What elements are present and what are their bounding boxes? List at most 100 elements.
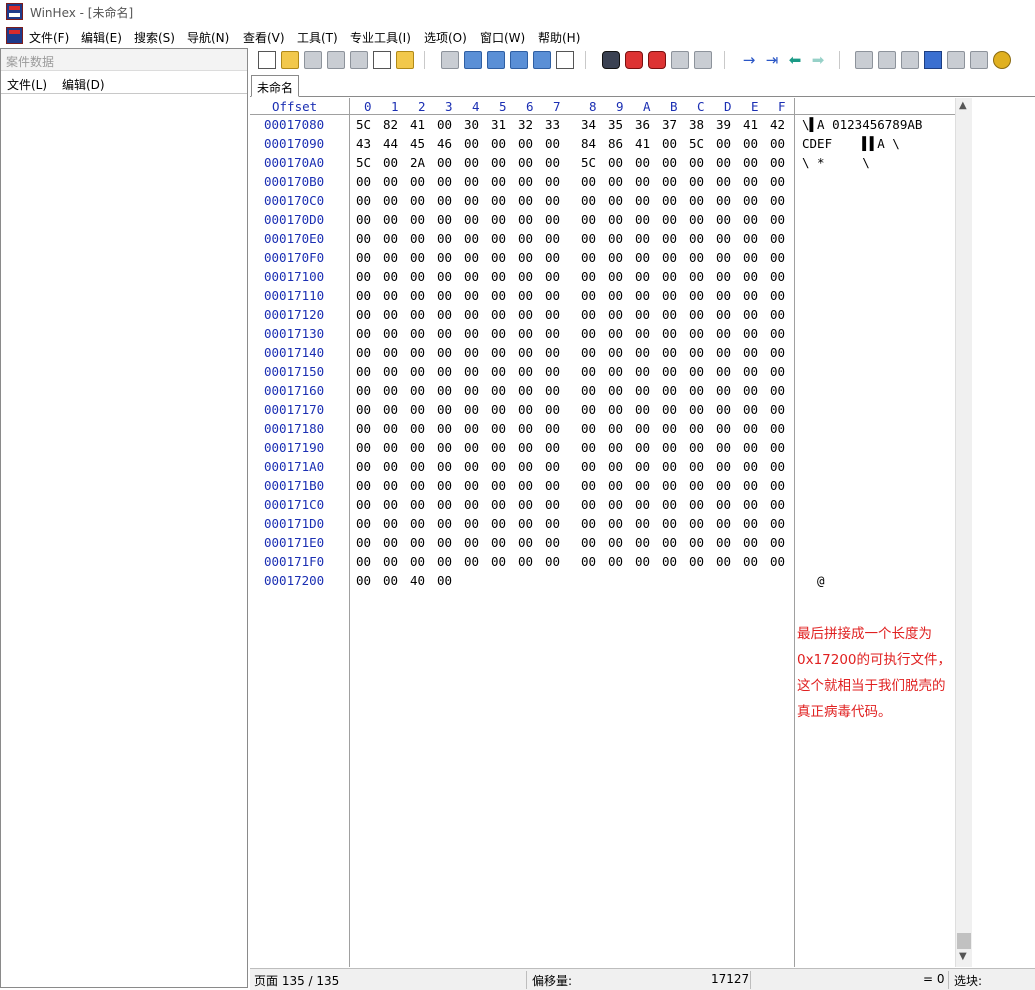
new-file-icon[interactable] bbox=[258, 51, 276, 69]
vertical-scrollbar[interactable]: ▲ ▼ bbox=[955, 98, 972, 967]
hex-byte[interactable]: 00 bbox=[662, 438, 677, 457]
hex-byte[interactable]: 00 bbox=[770, 286, 785, 305]
hex-byte[interactable]: 00 bbox=[356, 571, 371, 590]
hex-byte[interactable]: 00 bbox=[410, 419, 425, 438]
hex-byte[interactable]: 00 bbox=[491, 495, 506, 514]
hex-byte[interactable]: 00 bbox=[581, 514, 596, 533]
hex-byte[interactable]: 00 bbox=[356, 362, 371, 381]
hex-byte[interactable]: 00 bbox=[743, 153, 758, 172]
menu-tools[interactable]: 工具(T) bbox=[297, 29, 338, 46]
hex-byte[interactable]: 00 bbox=[356, 248, 371, 267]
row-offset[interactable]: 00017090 bbox=[264, 134, 324, 153]
hex-byte[interactable]: 00 bbox=[545, 362, 560, 381]
hex-byte[interactable]: 00 bbox=[689, 172, 704, 191]
hex-byte[interactable]: 00 bbox=[770, 153, 785, 172]
hex-byte[interactable]: 00 bbox=[518, 267, 533, 286]
hex-byte[interactable]: 00 bbox=[689, 419, 704, 438]
hex-byte[interactable]: 00 bbox=[635, 381, 650, 400]
hex-byte[interactable]: 00 bbox=[491, 343, 506, 362]
hex-byte[interactable]: 00 bbox=[770, 229, 785, 248]
hex-byte[interactable]: 00 bbox=[581, 362, 596, 381]
hex-byte[interactable]: 00 bbox=[545, 533, 560, 552]
hex-byte[interactable]: 00 bbox=[491, 552, 506, 571]
hex-byte[interactable]: 00 bbox=[770, 172, 785, 191]
hex-byte[interactable]: 00 bbox=[437, 248, 452, 267]
hex-byte[interactable]: 00 bbox=[770, 514, 785, 533]
hex-byte[interactable]: 00 bbox=[410, 324, 425, 343]
hex-byte[interactable]: 00 bbox=[464, 400, 479, 419]
hex-byte[interactable]: 00 bbox=[464, 514, 479, 533]
hex-byte[interactable]: 00 bbox=[689, 286, 704, 305]
hex-byte[interactable]: 00 bbox=[383, 457, 398, 476]
hex-byte[interactable]: 00 bbox=[518, 229, 533, 248]
hex-byte[interactable]: 00 bbox=[410, 286, 425, 305]
hex-byte[interactable]: 00 bbox=[464, 343, 479, 362]
hex-byte[interactable]: 33 bbox=[545, 115, 560, 134]
hex-byte[interactable]: 00 bbox=[716, 153, 731, 172]
hex-byte[interactable]: 00 bbox=[770, 134, 785, 153]
hex-byte[interactable]: 00 bbox=[662, 248, 677, 267]
hex-byte[interactable]: 00 bbox=[743, 457, 758, 476]
hex-byte[interactable]: 00 bbox=[437, 514, 452, 533]
hex-byte[interactable]: 00 bbox=[608, 514, 623, 533]
hex-byte[interactable]: 00 bbox=[383, 153, 398, 172]
scroll-up-arrow-icon[interactable]: ▲ bbox=[959, 100, 967, 111]
hex-byte[interactable]: 00 bbox=[383, 438, 398, 457]
hex-byte[interactable]: 00 bbox=[635, 343, 650, 362]
hex-byte[interactable]: 00 bbox=[545, 229, 560, 248]
hex-byte[interactable]: 00 bbox=[437, 438, 452, 457]
hex-byte[interactable]: 00 bbox=[689, 248, 704, 267]
hex-byte[interactable]: 00 bbox=[581, 267, 596, 286]
hex-byte[interactable]: 00 bbox=[689, 324, 704, 343]
hex-byte[interactable]: 00 bbox=[689, 552, 704, 571]
hex-byte[interactable]: 31 bbox=[491, 115, 506, 134]
hex-byte[interactable]: 00 bbox=[464, 533, 479, 552]
hex-byte[interactable]: 00 bbox=[743, 191, 758, 210]
hex-byte[interactable]: 00 bbox=[464, 267, 479, 286]
document-menu-icon[interactable] bbox=[6, 27, 23, 44]
hex-byte[interactable]: 00 bbox=[410, 248, 425, 267]
hex-byte[interactable]: 00 bbox=[635, 267, 650, 286]
hex-byte[interactable]: 00 bbox=[608, 362, 623, 381]
hex-byte[interactable]: 00 bbox=[491, 305, 506, 324]
hex-byte[interactable]: 00 bbox=[689, 438, 704, 457]
hex-byte[interactable]: 00 bbox=[608, 324, 623, 343]
hex-byte[interactable]: 00 bbox=[410, 229, 425, 248]
hex-byte[interactable]: 00 bbox=[608, 343, 623, 362]
row-offset[interactable]: 000171C0 bbox=[264, 495, 324, 514]
hex-byte[interactable]: 00 bbox=[635, 438, 650, 457]
hex-byte[interactable]: 00 bbox=[662, 381, 677, 400]
hex-byte[interactable]: 00 bbox=[464, 457, 479, 476]
hex-byte[interactable]: 00 bbox=[743, 381, 758, 400]
hex-byte[interactable]: 00 bbox=[410, 400, 425, 419]
hex-byte[interactable]: 00 bbox=[545, 457, 560, 476]
hex-byte[interactable]: 00 bbox=[356, 305, 371, 324]
hex-byte[interactable]: 00 bbox=[491, 533, 506, 552]
hex-byte[interactable]: 00 bbox=[383, 286, 398, 305]
hex-byte[interactable]: 00 bbox=[689, 153, 704, 172]
hex-byte[interactable]: 00 bbox=[545, 172, 560, 191]
hex-byte[interactable]: 00 bbox=[356, 457, 371, 476]
hex-byte[interactable]: 00 bbox=[743, 343, 758, 362]
row-offset[interactable]: 00017190 bbox=[264, 438, 324, 457]
hex-byte[interactable]: 34 bbox=[581, 115, 596, 134]
hex-byte[interactable]: 00 bbox=[383, 229, 398, 248]
undo-icon[interactable] bbox=[441, 51, 459, 69]
hex-byte[interactable]: 46 bbox=[437, 134, 452, 153]
hex-byte[interactable]: 00 bbox=[716, 229, 731, 248]
hex-byte[interactable]: 00 bbox=[689, 229, 704, 248]
hex-byte[interactable]: 00 bbox=[545, 153, 560, 172]
hex-byte[interactable]: 00 bbox=[437, 362, 452, 381]
hex-byte[interactable]: 00 bbox=[410, 552, 425, 571]
row-offset[interactable]: 00017130 bbox=[264, 324, 324, 343]
hex-byte[interactable]: 00 bbox=[410, 343, 425, 362]
hex-byte[interactable]: 00 bbox=[743, 495, 758, 514]
hex-byte[interactable]: 30 bbox=[464, 115, 479, 134]
hex-byte[interactable]: 00 bbox=[581, 495, 596, 514]
hex-byte[interactable]: 00 bbox=[743, 248, 758, 267]
hex-byte[interactable]: 00 bbox=[770, 552, 785, 571]
hex-byte[interactable]: 00 bbox=[743, 362, 758, 381]
hex-byte[interactable]: 00 bbox=[518, 153, 533, 172]
hex-byte[interactable]: 00 bbox=[383, 552, 398, 571]
hex-byte[interactable]: 00 bbox=[743, 286, 758, 305]
